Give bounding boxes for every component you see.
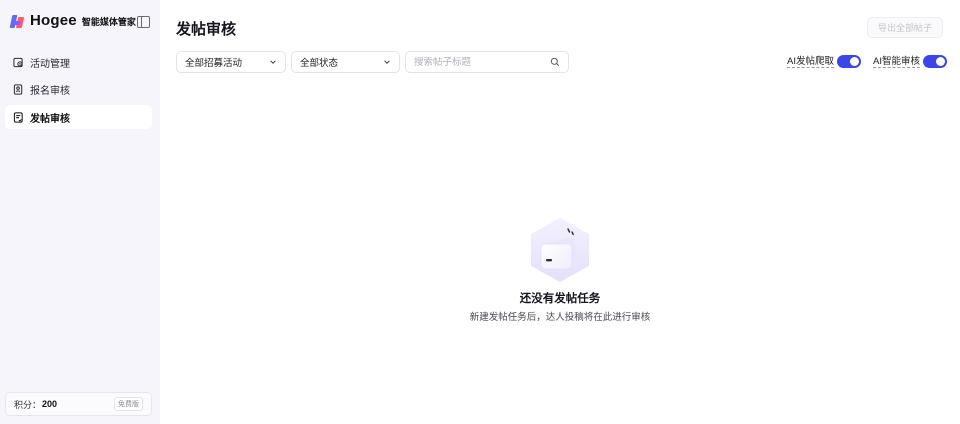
page-title: 发帖审核: [176, 21, 237, 38]
export-all-posts-button[interactable]: 导出全部帖子: [867, 17, 943, 38]
sidebar-item-signup-review[interactable]: 报名审核: [5, 78, 152, 102]
logo-icon: [9, 13, 26, 29]
post-review-icon: [13, 111, 24, 123]
activity-icon: [13, 57, 24, 68]
post-search-box: [405, 51, 569, 73]
status-filter-select[interactable]: 全部状态: [291, 51, 400, 73]
empty-state-title: 还没有发帖任务: [519, 293, 601, 305]
brand-name: Hogee: [30, 12, 77, 29]
brand-subtitle: 智能媒体管家: [81, 17, 136, 27]
chevron-down-icon: [384, 60, 390, 64]
ai-smart-review-toggle[interactable]: [922, 55, 947, 68]
sidebar: Hogee 智能媒体管家 活动管理 报名审核 发帖审核 积分： 200 免费版: [0, 0, 160, 424]
sidebar-item-label: 发帖审核: [30, 113, 70, 125]
search-icon[interactable]: [550, 57, 560, 67]
ai-post-crawl-toggle-group: AI发帖爬取: [787, 55, 861, 68]
plan-badge: 免费版: [114, 397, 143, 411]
sidebar-item-label: 报名审核: [30, 86, 70, 97]
points-value: 200: [42, 399, 58, 409]
campaign-filter-select[interactable]: 全部招募活动: [176, 51, 286, 73]
status-filter-value: 全部状态: [300, 58, 339, 69]
chevron-down-icon: [270, 60, 276, 64]
points-label: 积分：: [14, 399, 42, 410]
main-content: 发帖审核 导出全部帖子 全部招募活动 全部状态 AI发帖爬取 AI智能审核: [160, 0, 960, 424]
campaign-filter-value: 全部招募活动: [185, 58, 243, 69]
sidebar-nav: 活动管理 报名审核 发帖审核: [5, 50, 152, 133]
empty-state-description: 新建发帖任务后，达人投稿将在此进行审核: [469, 312, 651, 323]
brand-logo[interactable]: Hogee 智能媒体管家: [9, 12, 136, 29]
sidebar-collapse-icon[interactable]: [137, 16, 150, 28]
ai-post-crawl-toggle[interactable]: [836, 55, 861, 68]
post-search-input[interactable]: [414, 56, 544, 68]
ai-post-crawl-label: AI发帖爬取: [787, 55, 834, 68]
ai-smart-review-label: AI智能审核: [873, 55, 920, 68]
points-panel[interactable]: 积分： 200 免费版: [5, 392, 152, 416]
sidebar-item-activity-management[interactable]: 活动管理: [5, 50, 152, 74]
signup-review-icon: [13, 84, 24, 95]
sidebar-item-post-review[interactable]: 发帖审核: [5, 105, 152, 129]
ai-smart-review-toggle-group: AI智能审核: [873, 55, 947, 68]
sidebar-item-label: 活动管理: [30, 58, 70, 70]
empty-state-illustration: [531, 218, 589, 282]
